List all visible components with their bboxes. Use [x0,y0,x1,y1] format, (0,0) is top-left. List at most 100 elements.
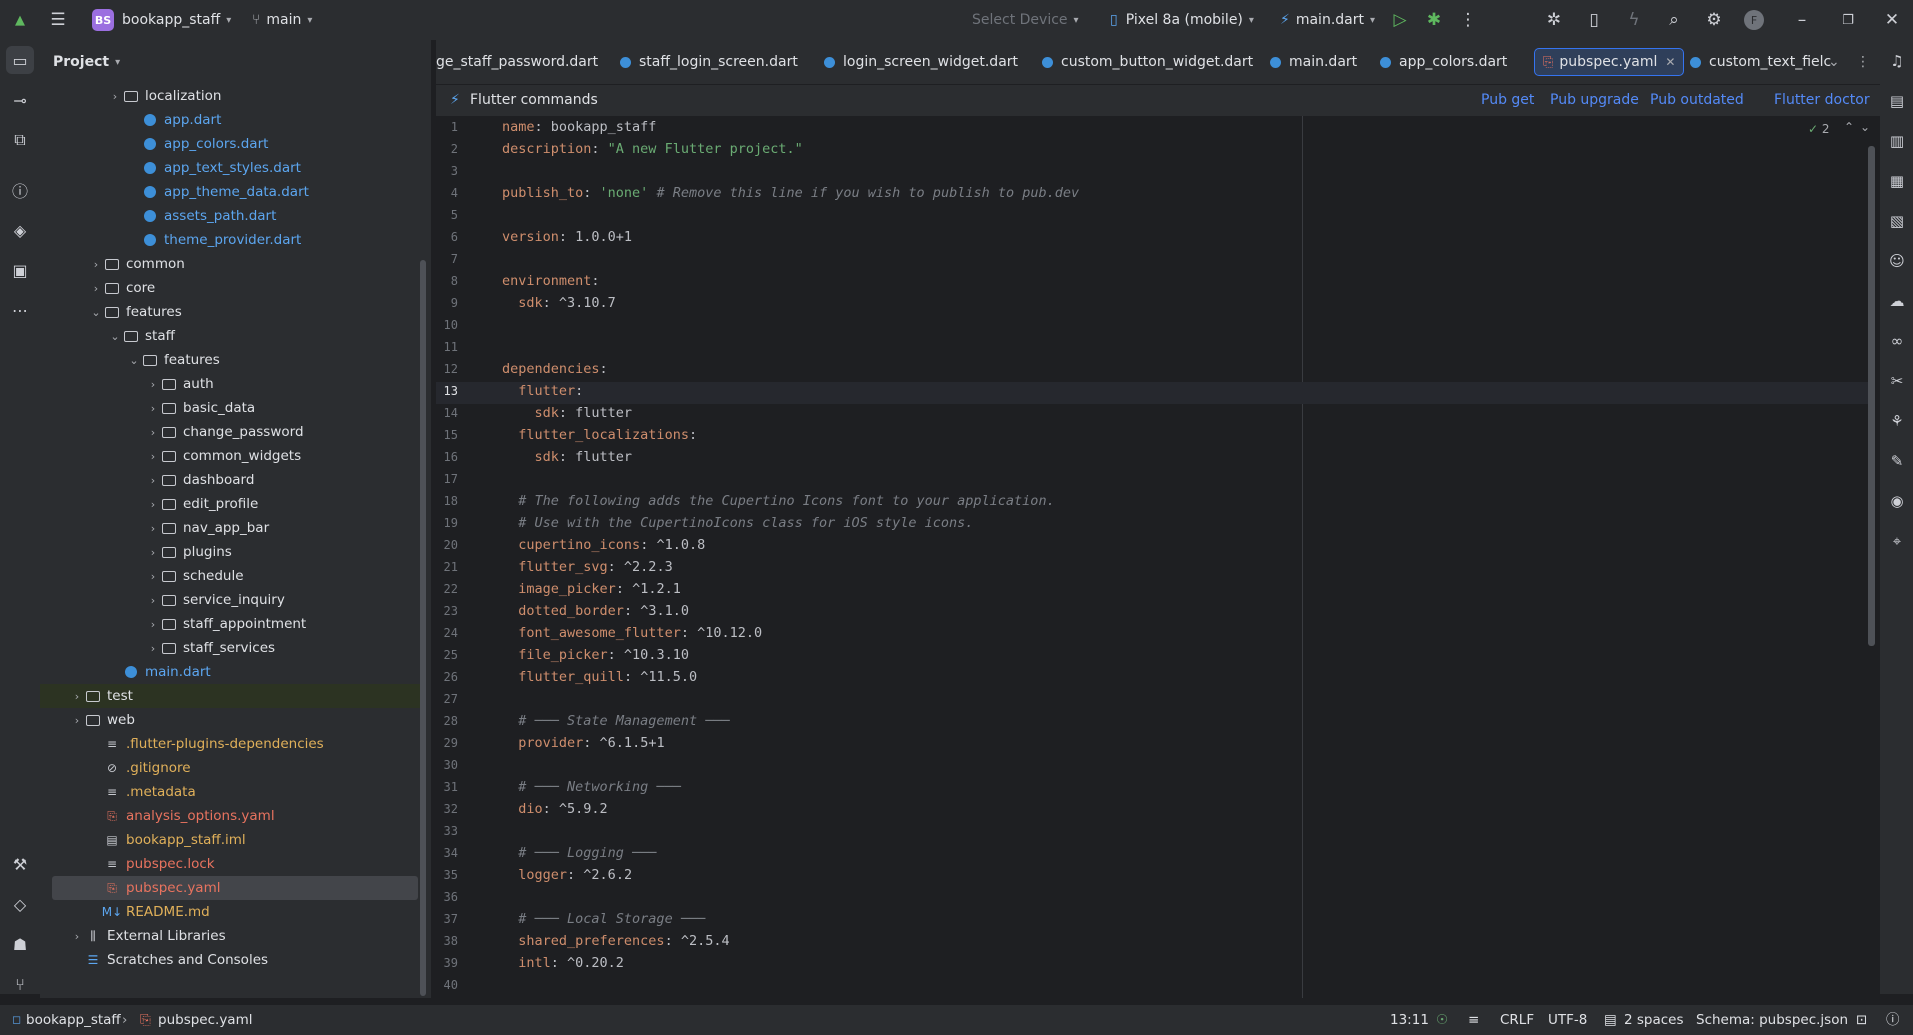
code-line[interactable]: cupertino_icons: ^1.0.8 [502,537,705,553]
tree-folder[interactable]: › staff_services [40,636,422,660]
tree-file[interactable]: ⎘ analysis_options.yaml [40,804,422,828]
code-line[interactable]: flutter_svg: ^2.2.3 [502,559,672,575]
code-line[interactable]: intl: ^0.20.2 [502,955,624,971]
chevron-right-icon[interactable]: › [145,498,161,511]
device-manager-icon[interactable]: ▯ [1582,8,1606,32]
search-icon[interactable]: ⌕ [1662,8,1686,32]
indent-setting[interactable]: 2 spaces [1624,1005,1684,1035]
tree-folder[interactable]: ⌄ features [40,300,422,324]
minimize-icon[interactable]: – [1790,8,1814,32]
tree-file[interactable]: main.dart [40,660,422,684]
editor-scrollbar[interactable] [1868,146,1875,646]
commit-icon[interactable]: ⊸ [6,86,34,114]
code-line[interactable]: sdk: flutter [502,449,633,465]
tree-folder[interactable]: › auth [40,372,422,396]
resource-manager-icon[interactable]: ◈ [6,216,34,244]
chevron-right-icon[interactable]: › [145,546,161,559]
tools-icon[interactable]: ✂ [1884,368,1910,394]
chevron-right-icon[interactable]: › [145,642,161,655]
link-icon[interactable]: ∞ [1884,328,1910,354]
notifications-bell-icon[interactable]: ♫ [1884,48,1910,74]
code-line[interactable]: # ─── Logging ─── [502,845,656,861]
attach-debugger-icon[interactable]: ✲ [1542,8,1566,32]
tree-folder[interactable]: › service_inquiry [40,588,422,612]
gradle-icon[interactable]: ▤ [1884,88,1910,114]
flutter-doctor-link[interactable]: Flutter doctor [1774,85,1870,116]
git-icon[interactable]: ⑂ [6,970,34,998]
chevron-right-icon[interactable]: › [145,450,161,463]
structure-icon[interactable]: ⧉ [6,126,34,154]
tree-folder[interactable]: ⌄ features [40,348,422,372]
lock-icon[interactable]: ⊡ [1856,1005,1867,1035]
emulator-icon[interactable]: ▦ [1884,168,1910,194]
preview-icon[interactable]: ◉ [1884,488,1910,514]
editor-tab[interactable]: custom_text_fielc [1690,40,1831,84]
chevron-right-icon[interactable]: › [88,282,104,295]
flutter-outline-icon[interactable]: ▧ [1884,208,1910,234]
code-line[interactable]: dotted_border: ^3.1.0 [502,603,689,619]
code-line[interactable]: # The following adds the Cupertino Icons… [502,493,1054,509]
branch-selector[interactable]: ⑂ main ▾ [252,0,312,40]
code-editor[interactable]: ✓ 2 ⌃ ⌄ 1 name: bookapp_staff 2 description… [436,116,1880,998]
code-line[interactable]: font_awesome_flutter: ^10.12.0 [502,625,762,641]
file-encoding[interactable]: UTF-8 [1548,1005,1587,1035]
run-icon[interactable]: ▷ [1388,8,1412,32]
restore-icon[interactable]: ❐ [1836,8,1860,32]
hot-reload-icon[interactable]: ϟ [1622,8,1646,32]
tab-list-chevron-icon[interactable]: ⌄ [1828,40,1840,84]
tree-folder[interactable]: › common_widgets [40,444,422,468]
tree-file[interactable]: ≡ .flutter-plugins-dependencies [40,732,422,756]
notifications-icon[interactable]: ⓘ [1886,1005,1900,1035]
chevron-right-icon[interactable]: › [145,426,161,439]
tree-folder[interactable]: › core [40,276,422,300]
project-folder-icon[interactable]: ▭ [6,46,34,74]
tree-file[interactable]: app_colors.dart [40,132,422,156]
avatar[interactable]: F [1742,8,1766,32]
code-line[interactable]: publish_to: 'none' # Remove this line if… [502,185,1079,201]
tree-file[interactable]: app_text_styles.dart [40,156,422,180]
tree-file[interactable]: theme_provider.dart [40,228,422,252]
chevron-right-icon[interactable]: › [145,378,161,391]
chevron-right-icon[interactable]: › [69,930,85,943]
code-line[interactable]: # ─── State Management ─── [502,713,729,729]
gem-icon[interactable]: ◇ [6,890,34,918]
breadcrumb-project[interactable]: bookapp_staff [26,1005,121,1035]
tree-folder[interactable]: › staff_appointment [40,612,422,636]
code-line[interactable]: file_picker: ^10.3.10 [502,647,689,663]
chevron-down-icon[interactable]: ⌄ [88,306,104,319]
code-line[interactable]: version: 1.0.0+1 [502,229,632,245]
tree-file[interactable]: assets_path.dart [40,204,422,228]
editor-tab[interactable]: ge_staff_password.dart [436,40,598,84]
device-dropdown[interactable]: ▯ Pixel 8a (mobile) ▾ [1110,0,1254,40]
code-line[interactable]: shared_preferences: ^2.5.4 [502,933,729,949]
device-selector[interactable]: Select Device ▾ [972,0,1079,40]
chevron-right-icon[interactable]: › [145,618,161,631]
chevron-right-icon[interactable]: › [107,90,123,103]
chevron-right-icon[interactable]: › [145,402,161,415]
code-line[interactable]: environment: [502,273,600,289]
breadcrumb-file[interactable]: pubspec.yaml [158,1005,252,1035]
chevron-down-icon[interactable]: ⌄ [126,354,142,367]
tree-file[interactable]: ⎘ pubspec.yaml [52,876,418,900]
tree-folder[interactable]: › basic_data [40,396,422,420]
chevron-up-icon[interactable]: ⌃ [1844,120,1854,134]
logcat-icon[interactable]: ☗ [6,930,34,958]
more-actions-icon[interactable]: ⋮ [1456,8,1480,32]
chevron-right-icon[interactable]: › [145,474,161,487]
tree-folder[interactable]: › dashboard [40,468,422,492]
close-tab-icon[interactable]: ✕ [1665,55,1675,69]
main-menu-icon[interactable]: ☰ [46,8,70,32]
close-window-icon[interactable]: ✕ [1880,8,1904,32]
project-panel-header[interactable]: Project ▾ [40,40,431,84]
tree-folder[interactable]: › change_password [40,420,422,444]
chevron-right-icon[interactable]: › [69,714,85,727]
tree-file[interactable]: app_theme_data.dart [40,180,422,204]
tree-folder[interactable]: › plugins [40,540,422,564]
tree-folder[interactable]: › web [40,708,422,732]
tree-file[interactable]: ⊘ .gitignore [40,756,422,780]
editor-tab[interactable]: staff_login_screen.dart [620,40,798,84]
settings-gear-icon[interactable]: ⚙ [1702,8,1726,32]
chevron-down-icon[interactable]: ⌄ [1860,120,1870,134]
cloud-icon[interactable]: ☁ [1884,288,1910,314]
project-selector[interactable]: BS bookapp_staff ▾ [92,0,231,40]
